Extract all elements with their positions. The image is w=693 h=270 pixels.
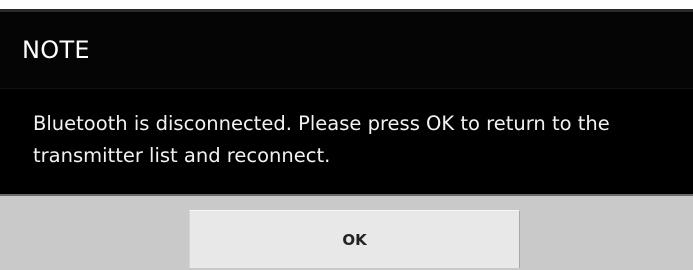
dialog-message: Bluetooth is disconnected. Please press …: [33, 112, 610, 167]
dialog-title: NOTE: [22, 36, 90, 64]
dialog-title-bar: [0, 12, 693, 88]
button-bar-divider: [0, 194, 693, 196]
ok-button[interactable]: OK: [189, 210, 520, 268]
title-divider: [0, 88, 693, 89]
